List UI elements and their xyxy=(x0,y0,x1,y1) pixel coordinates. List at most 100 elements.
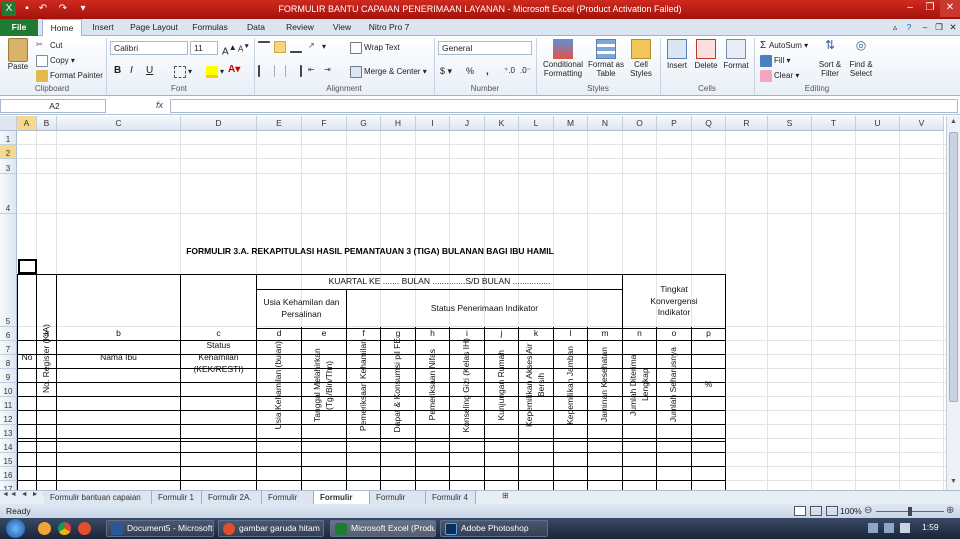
table-cell[interactable] xyxy=(692,425,726,439)
table-cell[interactable] xyxy=(181,355,257,369)
table-cell[interactable] xyxy=(692,453,726,467)
insert-cells-button[interactable]: Insert xyxy=(664,39,690,70)
column-header-p[interactable]: P xyxy=(657,116,692,131)
increase-indent-button[interactable]: ⇥ xyxy=(324,65,338,77)
format-cells-button[interactable]: Format xyxy=(722,39,750,70)
table-cell[interactable] xyxy=(57,439,181,453)
table-cell[interactable] xyxy=(519,453,554,467)
table-cell[interactable] xyxy=(657,481,692,490)
shrink-font-button[interactable]: A▼ xyxy=(238,43,250,54)
percent-button[interactable]: % xyxy=(466,66,474,76)
table-cell[interactable] xyxy=(657,439,692,453)
table-cell[interactable] xyxy=(381,355,416,369)
column-header-m[interactable]: M xyxy=(554,116,588,131)
row-header-9[interactable]: 9 xyxy=(0,369,17,383)
table-cell[interactable] xyxy=(302,453,347,467)
table-cell[interactable] xyxy=(37,481,57,490)
table-cell[interactable] xyxy=(519,439,554,453)
cut-button[interactable]: ✂ Cut xyxy=(36,40,62,52)
sheet-tab-formulir-3-a[interactable]: Formulir 3.A xyxy=(314,491,370,515)
table-cell[interactable] xyxy=(416,467,450,481)
chrome-icon[interactable] xyxy=(58,522,71,535)
sheet-tab-formulir-1[interactable]: Formulir 1 xyxy=(152,491,202,504)
table-cell[interactable] xyxy=(623,481,657,490)
table-cell[interactable] xyxy=(623,397,657,411)
column-header-i[interactable]: I xyxy=(416,116,450,131)
table-cell[interactable] xyxy=(257,425,302,439)
table-cell[interactable] xyxy=(302,481,347,490)
table-cell[interactable] xyxy=(657,341,692,355)
table-cell[interactable] xyxy=(588,397,623,411)
table-cell[interactable] xyxy=(588,355,623,369)
table-cell[interactable] xyxy=(554,341,588,355)
table-cell[interactable] xyxy=(416,369,450,383)
table-cell[interactable] xyxy=(588,411,623,425)
column-header-t[interactable]: T xyxy=(812,116,856,131)
table-cell[interactable] xyxy=(554,439,588,453)
table-cell[interactable] xyxy=(416,355,450,369)
table-cell[interactable] xyxy=(450,369,485,383)
table-cell[interactable] xyxy=(554,425,588,439)
table-cell[interactable] xyxy=(485,369,519,383)
table-cell[interactable] xyxy=(347,467,381,481)
table-cell[interactable] xyxy=(450,425,485,439)
start-orb-icon[interactable] xyxy=(6,519,25,538)
workbook-restore-icon[interactable]: ❐ xyxy=(932,19,946,36)
table-cell[interactable] xyxy=(381,453,416,467)
table-cell[interactable] xyxy=(554,411,588,425)
table-cell[interactable] xyxy=(485,481,519,490)
table-cell[interactable] xyxy=(416,425,450,439)
letter-cell[interactable]: f xyxy=(347,327,381,341)
scroll-up-icon[interactable]: ▲ xyxy=(949,118,958,127)
table-cell[interactable] xyxy=(17,341,37,355)
align-left-button[interactable] xyxy=(258,65,272,77)
letter-cell[interactable]: h xyxy=(416,327,450,341)
align-center-button[interactable] xyxy=(274,65,288,77)
table-cell[interactable] xyxy=(450,397,485,411)
decrease-decimal-button[interactable]: .0⁻ xyxy=(520,66,531,75)
font-size-select[interactable]: 11 xyxy=(190,41,218,55)
close-icon[interactable]: ✕ xyxy=(940,0,960,17)
tab-nitro[interactable]: Nitro Pro 7 xyxy=(362,19,416,36)
table-cell[interactable] xyxy=(37,411,57,425)
table-cell[interactable] xyxy=(302,369,347,383)
table-cell[interactable] xyxy=(181,439,257,453)
column-header-u[interactable]: U xyxy=(856,116,900,131)
borders-button[interactable]: ▾ xyxy=(174,66,192,78)
letter-cell[interactable]: o xyxy=(657,327,692,341)
table-cell[interactable] xyxy=(37,341,57,355)
table-cell[interactable] xyxy=(347,397,381,411)
table-cell[interactable] xyxy=(519,383,554,397)
row-header-5[interactable]: 5 xyxy=(0,214,17,327)
bold-button[interactable]: B xyxy=(114,65,121,76)
column-header-c[interactable]: C xyxy=(57,116,181,131)
column-header-k[interactable]: K xyxy=(485,116,519,131)
format-as-table-button[interactable]: Format as Table xyxy=(588,39,624,79)
table-cell[interactable] xyxy=(17,425,37,439)
table-cell[interactable] xyxy=(181,411,257,425)
table-cell[interactable] xyxy=(181,383,257,397)
table-cell[interactable] xyxy=(57,453,181,467)
table-cell[interactable] xyxy=(37,397,57,411)
table-cell[interactable] xyxy=(257,467,302,481)
table-cell[interactable] xyxy=(17,355,37,369)
letter-cell[interactable]: i xyxy=(450,327,485,341)
column-header-l[interactable]: L xyxy=(519,116,554,131)
table-cell[interactable] xyxy=(381,341,416,355)
table-cell[interactable] xyxy=(257,481,302,490)
clock[interactable]: 1:59 xyxy=(922,522,939,532)
align-middle-button[interactable] xyxy=(274,41,288,53)
font-color-button[interactable]: A▾ xyxy=(228,64,240,75)
table-cell[interactable] xyxy=(485,425,519,439)
table-cell[interactable] xyxy=(57,383,181,397)
table-cell[interactable] xyxy=(17,481,37,490)
firefox-icon[interactable] xyxy=(38,522,51,535)
minimize-icon[interactable]: – xyxy=(900,0,920,17)
table-cell[interactable] xyxy=(588,383,623,397)
table-cell[interactable] xyxy=(347,481,381,490)
letter-cell[interactable]: l xyxy=(554,327,588,341)
normal-view-icon[interactable] xyxy=(794,506,806,516)
sort-filter-button[interactable]: ⇅ Sort & Filter xyxy=(814,38,846,79)
table-cell[interactable] xyxy=(57,341,181,355)
table-cell[interactable] xyxy=(302,355,347,369)
